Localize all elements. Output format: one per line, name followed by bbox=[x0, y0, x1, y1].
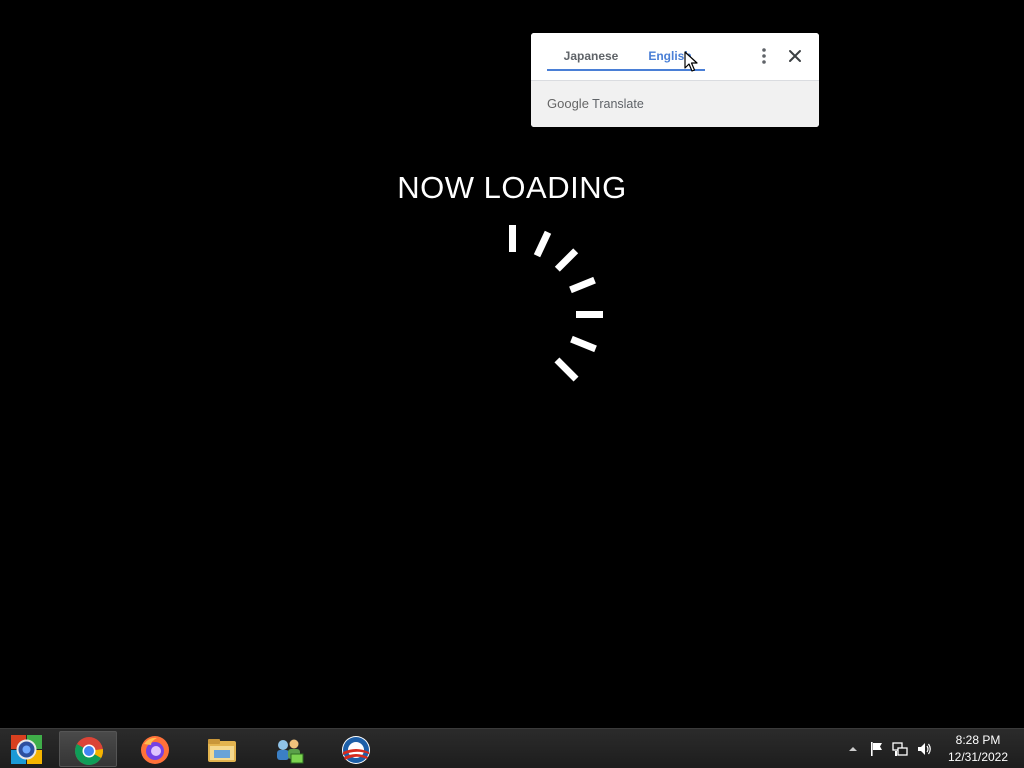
taskbar: 8:28 PM 12/31/2022 bbox=[0, 728, 1024, 768]
network-users-icon bbox=[277, 739, 304, 764]
spinner-segment bbox=[554, 248, 579, 272]
action-center-flag-icon[interactable] bbox=[868, 741, 884, 757]
close-button[interactable] bbox=[784, 45, 806, 67]
volume-icon[interactable] bbox=[916, 741, 932, 757]
file-explorer-icon bbox=[208, 739, 236, 762]
spinner-segment bbox=[570, 335, 597, 353]
spinner-segment bbox=[533, 230, 552, 258]
spinner-segment bbox=[554, 357, 579, 382]
more-options-button[interactable] bbox=[753, 45, 775, 67]
taskbar-network-users-button[interactable] bbox=[260, 731, 318, 767]
language-tabs: Japanese English bbox=[531, 33, 819, 81]
translate-label: Translate bbox=[592, 97, 644, 111]
more-vertical-icon bbox=[762, 48, 766, 64]
spinner-segment bbox=[576, 311, 603, 318]
show-hidden-icons-arrow-icon[interactable] bbox=[845, 741, 861, 757]
clock-date: 12/31/2022 bbox=[947, 750, 1009, 764]
loading-spinner bbox=[509, 225, 603, 382]
google-wordmark: Google bbox=[547, 96, 589, 111]
taskbar-chrome-button[interactable] bbox=[59, 731, 117, 767]
taskbar-obama-app-button[interactable] bbox=[327, 731, 385, 767]
start-button[interactable] bbox=[6, 732, 46, 766]
tab-japanese[interactable]: Japanese bbox=[547, 48, 635, 70]
obama-logo-icon bbox=[342, 736, 370, 764]
taskbar-firefox-button[interactable] bbox=[126, 731, 184, 767]
google-translate-brand[interactable]: Google Translate bbox=[547, 96, 644, 112]
taskbar-clock[interactable]: 8:28 PM 12/31/2022 bbox=[940, 732, 1016, 766]
firefox-icon bbox=[141, 736, 169, 764]
spinner-segment bbox=[509, 225, 516, 252]
windows-start-icon bbox=[11, 735, 42, 764]
popup-footer: Google Translate bbox=[531, 81, 819, 127]
mouse-cursor-icon bbox=[684, 51, 698, 72]
google-translate-popup: Japanese English Google Translate bbox=[531, 33, 819, 127]
taskbar-explorer-button[interactable] bbox=[193, 731, 251, 767]
spinner-segment bbox=[569, 276, 596, 294]
close-icon bbox=[789, 50, 801, 62]
chrome-icon bbox=[75, 737, 104, 765]
clock-time: 8:28 PM bbox=[955, 733, 1001, 747]
selected-tab-indicator bbox=[547, 69, 705, 71]
desktop-screen: NOW LOADING Japanese English Google Tran… bbox=[0, 0, 1024, 768]
network-icon[interactable] bbox=[892, 741, 908, 757]
